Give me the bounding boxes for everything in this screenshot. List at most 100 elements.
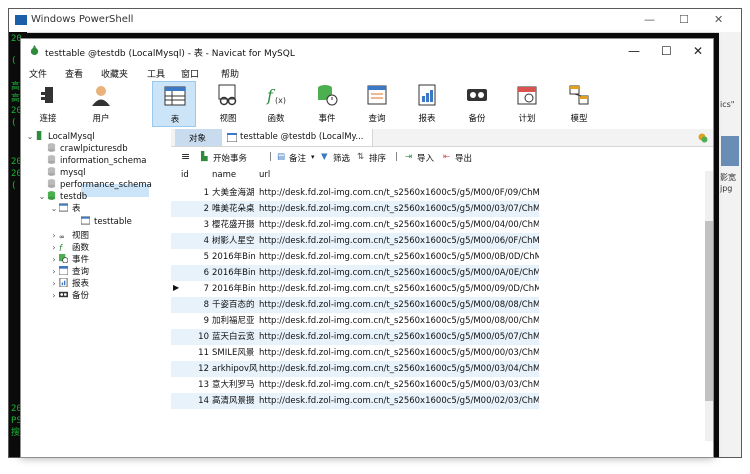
cell-url[interactable]: http://desk.fd.zol-img.com.cn/t_s2560x16… (259, 217, 539, 233)
menu-help[interactable]: 帮助 (221, 67, 239, 80)
tree-item-events[interactable]: › 事件 (49, 254, 89, 266)
cell-url[interactable]: http://desk.fd.zol-img.com.cn/t_s2560x16… (259, 393, 539, 409)
export-button[interactable]: 导出 (455, 152, 472, 164)
expand-arrow-icon[interactable]: › (49, 266, 59, 278)
expand-arrow-icon[interactable]: ⌄ (37, 191, 47, 203)
cell-url[interactable]: http://desk.fd.zol-img.com.cn/t_s2560x16… (259, 329, 539, 345)
cell-name[interactable]: 意大利罗马 (212, 377, 259, 393)
cell-id[interactable]: 2 (181, 201, 209, 217)
expand-arrow-icon[interactable]: › (49, 290, 59, 302)
toolbar-report-button[interactable]: 报表 (405, 81, 449, 127)
toolbar-query-button[interactable]: 查询 (355, 81, 399, 127)
chevron-down-icon[interactable]: ▾ (311, 153, 315, 161)
ps-close-button[interactable]: ✕ (714, 13, 723, 26)
cell-name[interactable]: 2016年Bin (212, 281, 259, 297)
table-row[interactable]: 10 蓝天白云宽 http://desk.fd.zol-img.com.cn/t_s… (171, 329, 539, 345)
table-row[interactable]: 12 arkhipov风 http://desk.fd.zol-img.com.cn… (171, 361, 539, 377)
cell-url[interactable]: http://desk.fd.zol-img.com.cn/t_s2560x16… (259, 377, 539, 393)
cell-id[interactable]: 3 (181, 217, 209, 233)
toolbar-function-button[interactable]: f (x) 函数 (254, 81, 298, 127)
cell-name[interactable]: 2016年Bin (212, 249, 259, 265)
tree-item-database[interactable]: performance_schema (47, 179, 152, 191)
navicat-titlebar[interactable]: testtable @testdb (LocalMysql) - 表 - Nav… (21, 39, 713, 63)
sort-button[interactable]: 排序 (369, 152, 386, 164)
table-row[interactable]: 8 千姿百态的 http://desk.fd.zol-img.com.cn/t_s2… (171, 297, 539, 313)
cell-url[interactable]: http://desk.fd.zol-img.com.cn/t_s2560x16… (259, 249, 539, 265)
table-row[interactable]: 3 樱花盛开摄 http://desk.fd.zol-img.com.cn/t_s2… (171, 217, 539, 233)
import-button[interactable]: 导入 (417, 152, 434, 164)
table-row[interactable]: 7 2016年Bin http://desk.fd.zol-img.com.cn/t… (171, 281, 539, 297)
expand-arrow-icon[interactable]: › (49, 230, 59, 242)
cell-id[interactable]: 12 (181, 361, 209, 377)
cell-url[interactable]: http://desk.fd.zol-img.com.cn/t_s2560x16… (259, 185, 539, 201)
powershell-titlebar[interactable]: Windows PowerShell — ☐ ✕ (9, 9, 741, 33)
tree-item-functions[interactable]: › f 函数 (49, 242, 89, 254)
cell-name[interactable]: SMILE风景 (212, 345, 259, 361)
cell-name[interactable]: 加利福尼亚 (212, 313, 259, 329)
column-header-url[interactable]: url (259, 169, 539, 182)
cell-url[interactable]: http://desk.fd.zol-img.com.cn/t_s2560x16… (259, 233, 539, 249)
menu-tools[interactable]: 工具 (147, 67, 165, 80)
cell-url[interactable]: http://desk.fd.zol-img.com.cn/t_s2560x16… (259, 345, 539, 361)
table-row[interactable]: 13 意大利罗马 http://desk.fd.zol-img.com.cn/t_s… (171, 377, 539, 393)
cell-id[interactable]: 14 (181, 393, 209, 409)
toolbar-table-button[interactable]: 表 (152, 81, 196, 127)
cell-url[interactable]: http://desk.fd.zol-img.com.cn/t_s2560x16… (259, 313, 539, 329)
toolbar-connect-button[interactable]: 连接 (26, 81, 70, 127)
tree-item-reports[interactable]: › 报表 (49, 278, 89, 290)
table-row[interactable]: 5 2016年Bin http://desk.fd.zol-img.com.cn/t… (171, 249, 539, 265)
toolbar-view-button[interactable]: 视图 (206, 81, 250, 127)
expand-arrow-icon[interactable]: › (49, 254, 59, 266)
expand-arrow-icon[interactable]: ⌄ (25, 131, 35, 143)
cell-name[interactable]: 千姿百态的 (212, 297, 259, 313)
ps-minimize-button[interactable]: — (644, 13, 655, 26)
cell-name[interactable]: 高清风景摄 (212, 393, 259, 409)
cell-id[interactable]: 11 (181, 345, 209, 361)
tree-item-database[interactable]: crawlpicturesdb (47, 143, 128, 155)
tree-item-database[interactable]: mysql (47, 167, 86, 179)
expand-arrow-icon[interactable]: › (49, 242, 59, 254)
begin-transaction-button[interactable]: 开始事务 (213, 152, 247, 164)
minimize-button[interactable]: — (628, 44, 640, 58)
cell-id[interactable]: 1 (181, 185, 209, 201)
cell-name[interactable]: 樱花盛开摄 (212, 217, 259, 233)
column-header-name[interactable]: name (212, 169, 257, 182)
scrollbar-thumb[interactable] (705, 221, 713, 401)
column-header-id[interactable]: id (181, 169, 209, 182)
refresh-icon[interactable] (697, 132, 708, 143)
tree-item-views[interactable]: › ∞ 视图 (49, 230, 89, 242)
cell-id[interactable]: 5 (181, 249, 209, 265)
tree-item-database[interactable]: information_schema (47, 155, 147, 167)
table-row[interactable]: 11 SMILE风景 http://desk.fd.zol-img.com.cn/t… (171, 345, 539, 361)
tree-item-queries[interactable]: › 查询 (49, 266, 89, 278)
cell-url[interactable]: http://desk.fd.zol-img.com.cn/t_s2560x16… (259, 265, 539, 281)
toolbar-user-button[interactable]: 用户 (79, 81, 123, 127)
table-row[interactable]: 4 树影人星空 http://desk.fd.zol-img.com.cn/t_s2… (171, 233, 539, 249)
close-button[interactable]: ✕ (693, 44, 703, 58)
note-button[interactable]: 备注 (289, 152, 306, 164)
toolbar-backup-button[interactable]: 备份 (455, 81, 499, 127)
cell-id[interactable]: 6 (181, 265, 209, 281)
menu-window[interactable]: 窗口 (181, 67, 199, 80)
table-row[interactable]: 9 加利福尼亚 http://desk.fd.zol-img.com.cn/t_s2… (171, 313, 539, 329)
menu-favorites[interactable]: 收藏夹 (101, 67, 128, 80)
cell-url[interactable]: http://desk.fd.zol-img.com.cn/t_s2560x16… (259, 201, 539, 217)
cell-id[interactable]: 13 (181, 377, 209, 393)
tree-item-localmysql[interactable]: ⌄ LocalMysql (25, 131, 95, 143)
toolbar-model-button[interactable]: 模型 (557, 81, 601, 127)
tab-objects[interactable]: 对象 (175, 129, 221, 146)
cell-name[interactable]: 树影人星空 (212, 233, 259, 249)
tree-item-backups[interactable]: › 备份 (49, 290, 89, 302)
tree-item-tables[interactable]: ⌄ 表 (49, 203, 81, 215)
hamburger-menu-icon[interactable]: ≡ (181, 150, 190, 163)
cell-id[interactable]: 8 (181, 297, 209, 313)
table-row[interactable]: 6 2016年Bin http://desk.fd.zol-img.com.cn/t… (171, 265, 539, 281)
cell-url[interactable]: http://desk.fd.zol-img.com.cn/t_s2560x16… (259, 297, 539, 313)
filter-button[interactable]: 筛选 (333, 152, 350, 164)
cell-name[interactable]: 蓝天白云宽 (212, 329, 259, 345)
expand-arrow-icon[interactable]: › (49, 278, 59, 290)
tree-item-testtable[interactable]: testtable (81, 216, 132, 228)
table-row[interactable]: 2 唯美花朵桌 http://desk.fd.zol-img.com.cn/t_s2… (171, 201, 539, 217)
toolbar-schedule-button[interactable]: 计划 (505, 81, 549, 127)
cell-name[interactable]: 大美金海湖 (212, 185, 259, 201)
